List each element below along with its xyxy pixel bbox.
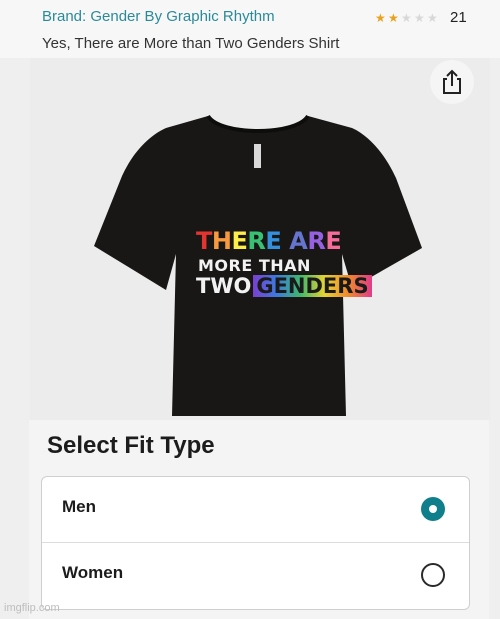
share-button[interactable] [430, 60, 474, 104]
shirt-text-line1: THERE ARE [196, 227, 342, 255]
star-filled-icon: ★ [375, 10, 386, 25]
star-filled-icon: ★ [388, 10, 399, 25]
star-rating[interactable]: ★ ★ ★ ★ ★ 21 [375, 9, 467, 26]
fit-type-options: Men Women [41, 476, 470, 610]
shirt-text-line2: MORE THAN [198, 256, 311, 275]
brand-link[interactable]: Brand: Gender By Graphic Rhythm [42, 8, 275, 25]
shirt-letter: A [289, 227, 308, 255]
watermark: imgflip.com [4, 602, 60, 614]
rating-count[interactable]: 21 [450, 9, 467, 26]
product-title: Yes, There are More than Two Genders Shi… [42, 35, 340, 52]
fit-option-label: Women [62, 563, 124, 582]
fit-type-title: Select Fit Type [47, 432, 215, 459]
shirt-letter: R [247, 227, 266, 255]
shirt-letter: E [231, 227, 248, 255]
shirt-text-line3: TWO GENDERS [196, 274, 372, 298]
product-image: THERE ARE MORE THAN TWO GENDERS [90, 114, 426, 416]
share-icon [443, 69, 461, 94]
star-empty-icon: ★ [414, 10, 425, 25]
star-empty-icon: ★ [427, 10, 438, 25]
shirt-letter: R [307, 227, 326, 255]
shirt-text-genders: GENDERS [253, 275, 372, 297]
product-header: Brand: Gender By Graphic Rhythm ★ ★ ★ ★ … [0, 0, 500, 58]
star-empty-icon: ★ [401, 10, 412, 25]
product-page: Brand: Gender By Graphic Rhythm ★ ★ ★ ★ … [0, 0, 500, 619]
shirt-letter: H [211, 227, 232, 255]
shirt-letter: T [196, 227, 212, 255]
fit-option-women[interactable]: Women [42, 543, 469, 609]
shirt-text-two: TWO [196, 274, 252, 298]
shirt-letter: E [265, 227, 282, 255]
radio-selected-icon[interactable] [421, 497, 445, 521]
shirt-letter: E [325, 227, 342, 255]
radio-unselected-icon[interactable] [421, 563, 445, 587]
fit-option-label: Men [62, 497, 96, 516]
fit-option-men[interactable]: Men [42, 477, 469, 543]
